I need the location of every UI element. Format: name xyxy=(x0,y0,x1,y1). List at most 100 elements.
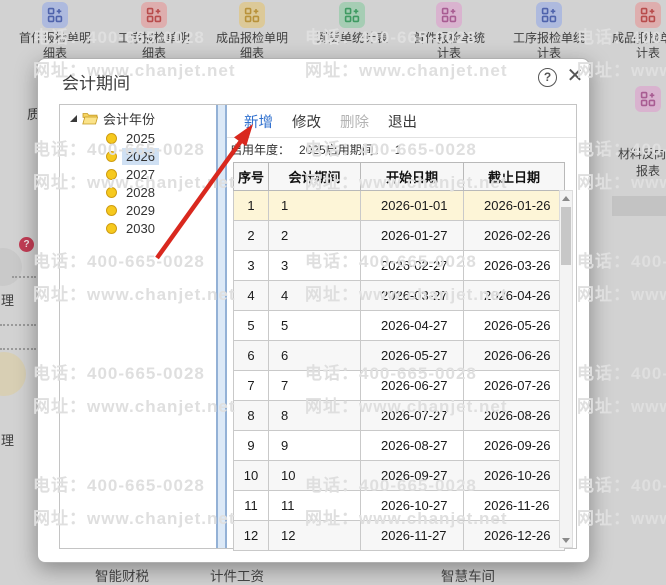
help-icon[interactable]: ? xyxy=(538,68,557,87)
background-module-label: 计件工资 xyxy=(210,569,264,584)
dialog-title: 会计期间 xyxy=(62,74,130,93)
tree-year-label: 2030 xyxy=(126,220,155,236)
tree-root-label: 会计年份 xyxy=(103,111,156,127)
tree-node-year-2026[interactable]: 2026 xyxy=(60,147,159,165)
background-module-label: 智慧车间 xyxy=(441,569,495,584)
background-text-fragment: 理 xyxy=(1,433,15,448)
cell-period: 12 xyxy=(268,520,361,551)
shortcut-label: 工序报检单明细表 xyxy=(117,31,190,60)
panel-splitter[interactable] xyxy=(216,105,227,548)
scrollbar-thumb[interactable] xyxy=(561,207,571,265)
cell-period: 4 xyxy=(268,280,361,311)
cell-period: 10 xyxy=(268,460,361,491)
period-panel: 新增 修改 删除 退出 启用年度： 2025启用期间： 1 序号 会计期间 开始日期 截止日期 … xyxy=(227,105,576,551)
cell-index: 2 xyxy=(233,220,269,251)
cell-start-date: 2026-03-27 xyxy=(360,280,464,311)
tree-node-year-2029[interactable]: 2029 xyxy=(60,201,159,219)
table-row[interactable]: 10 10 2026-09-27 2026-10-26 xyxy=(233,460,565,491)
shortcut-label: 成品报检单统计表 xyxy=(611,31,666,60)
cell-index: 9 xyxy=(233,430,269,461)
background-text-fragment: 理 xyxy=(1,293,15,308)
tree-node-year-2030[interactable]: 2030 xyxy=(60,219,159,237)
background-highlight-band xyxy=(612,196,666,216)
cell-index: 10 xyxy=(233,460,269,491)
table-row[interactable]: 11 11 2026-10-27 2026-11-26 xyxy=(233,490,565,521)
tree-year-label: 2027 xyxy=(126,166,155,182)
cell-period: 1 xyxy=(268,190,361,221)
shortcut-item[interactable]: 到货单统计表 xyxy=(304,2,400,47)
close-icon[interactable]: ✕ xyxy=(564,65,586,87)
table-row[interactable]: 5 5 2026-04-27 2026-05-26 xyxy=(233,310,565,341)
cell-period: 9 xyxy=(268,430,361,461)
cell-period: 5 xyxy=(268,310,361,341)
table-row[interactable]: 1 1 2026-01-01 2026-01-26 xyxy=(233,190,565,221)
tree-node-year-2028[interactable]: 2028 xyxy=(60,183,159,201)
cell-end-date: 2026-08-26 xyxy=(463,400,565,431)
shortcut-item[interactable]: 工序报检单统计表 xyxy=(501,2,597,62)
enable-year-label: 启用年度： xyxy=(230,143,291,157)
year-bullet-icon xyxy=(106,186,117,198)
cell-start-date: 2026-01-27 xyxy=(360,220,464,251)
enable-period-value: 1 xyxy=(394,143,402,157)
year-bullet-icon xyxy=(106,222,117,234)
report-icon xyxy=(141,2,167,28)
cell-index: 5 xyxy=(233,310,269,341)
table-row[interactable]: 7 7 2026-06-27 2026-07-26 xyxy=(233,370,565,401)
shortcut-item[interactable]: 首件报检单明细表 xyxy=(7,2,103,62)
tree-year-label: 2028 xyxy=(126,184,155,200)
dialog-toolbar: 新增 修改 删除 退出 xyxy=(227,105,576,138)
shortcut-item[interactable]: 成品报检单明细表 xyxy=(204,2,300,62)
tree-node-year-2027[interactable]: 2027 xyxy=(60,165,159,183)
enable-year-value: 2025 xyxy=(299,143,326,157)
toolbar-button-退出[interactable]: 退出 xyxy=(388,111,417,132)
cell-period: 3 xyxy=(268,250,361,281)
shortcut-label: 成品报检单明细表 xyxy=(215,31,288,60)
sidebar-item-material-trace-report[interactable]: 材料反向追 报表 xyxy=(600,86,666,180)
table-row[interactable]: 2 2 2026-01-27 2026-02-26 xyxy=(233,220,565,251)
cell-start-date: 2026-07-27 xyxy=(360,400,464,431)
dialog-body: 会计年份 2025 2026 2027 2028 2029 2030 新增 修改 删除 退出 启… xyxy=(59,104,577,551)
help-badge-icon[interactable]: ? xyxy=(19,237,34,252)
shortcut-label: 首件报检单统计表 xyxy=(412,31,485,60)
column-header: 截止日期 xyxy=(463,162,565,191)
toolbar-button-新增[interactable]: 新增 xyxy=(244,111,273,132)
table-row[interactable]: 4 4 2026-03-27 2026-04-26 xyxy=(233,280,565,311)
table-row[interactable]: 8 8 2026-07-27 2026-08-26 xyxy=(233,400,565,431)
column-header: 会计期间 xyxy=(268,162,361,191)
table-row[interactable]: 3 3 2026-02-27 2026-03-26 xyxy=(233,250,565,281)
cell-index: 7 xyxy=(233,370,269,401)
scroll-up-icon[interactable] xyxy=(560,191,572,205)
enable-period-label: 启用期间： xyxy=(325,143,386,157)
shortcut-label: 材料反向追 报表 xyxy=(617,147,666,178)
cell-period: 7 xyxy=(268,370,361,401)
cell-start-date: 2026-05-27 xyxy=(360,340,464,371)
folder-icon xyxy=(82,112,98,124)
cell-period: 2 xyxy=(268,220,361,251)
year-bullet-icon xyxy=(106,168,117,180)
tree-expand-icon[interactable] xyxy=(70,114,77,122)
table-row[interactable]: 9 9 2026-08-27 2026-09-26 xyxy=(233,430,565,461)
cell-end-date: 2026-12-26 xyxy=(463,520,565,551)
cell-end-date: 2026-09-26 xyxy=(463,430,565,461)
report-icon xyxy=(239,2,265,28)
fiscal-year-tree: 会计年份 2025 2026 2027 2028 2029 2030 xyxy=(60,105,216,548)
enable-info-line: 启用年度： 2025启用期间： 1 xyxy=(230,141,401,161)
scroll-down-icon[interactable] xyxy=(560,533,572,547)
cell-index: 1 xyxy=(233,190,269,221)
tree-node-year-2025[interactable]: 2025 xyxy=(60,129,159,147)
cell-end-date: 2026-07-26 xyxy=(463,370,565,401)
report-icon xyxy=(339,2,365,28)
shortcut-item[interactable]: 工序报检单明细表 xyxy=(106,2,202,62)
app-screen: { "palette":{ "accent_blue":"#2e6fce", "… xyxy=(0,0,666,585)
cell-end-date: 2026-11-26 xyxy=(463,490,565,521)
shortcut-item[interactable]: 首件报检单统计表 xyxy=(401,2,497,62)
accounting-period-dialog: 会计期间 ? ✕ 会计年份 2025 2026 2027 2028 2029 2030 新… xyxy=(37,58,590,563)
tree-node-fiscal-year[interactable]: 会计年份 xyxy=(60,109,155,127)
table-scrollbar[interactable] xyxy=(559,190,573,548)
cell-start-date: 2026-10-27 xyxy=(360,490,464,521)
shortcut-item[interactable]: 成品报检单统计表 xyxy=(600,2,666,62)
table-row[interactable]: 12 12 2026-11-27 2026-12-26 xyxy=(233,520,565,551)
shortcut-label: 到货单统计表 xyxy=(315,31,388,45)
table-row[interactable]: 6 6 2026-05-27 2026-06-26 xyxy=(233,340,565,371)
toolbar-button-修改[interactable]: 修改 xyxy=(292,111,321,132)
